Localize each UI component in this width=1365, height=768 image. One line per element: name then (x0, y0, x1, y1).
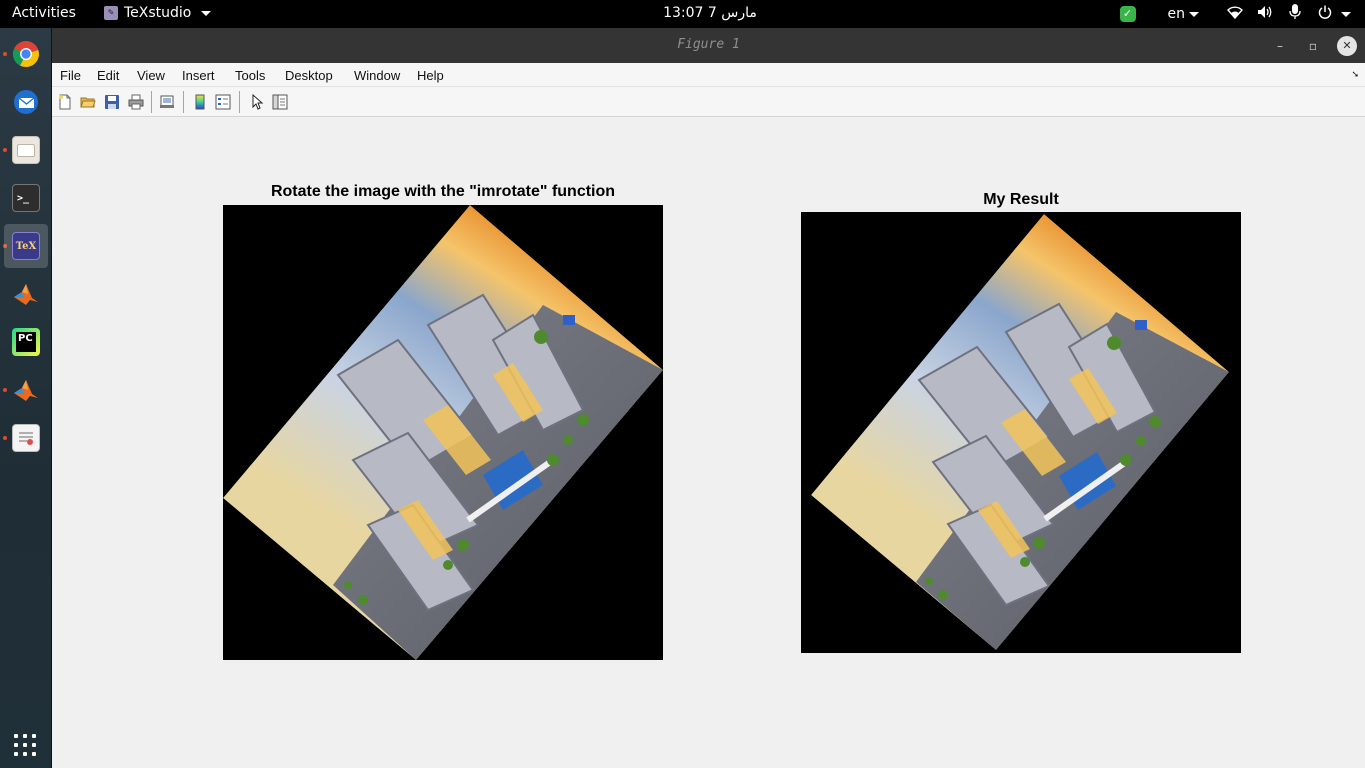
pointer-icon[interactable] (248, 93, 266, 111)
security-shield-icon[interactable]: ✓ (1119, 6, 1136, 22)
toolbar (52, 87, 1365, 117)
thunderbird-icon (14, 90, 38, 114)
link-plot-icon[interactable] (158, 93, 176, 111)
chevron-down-icon (1189, 11, 1199, 17)
right-axes-title: My Result (983, 191, 1059, 208)
system-tray[interactable]: ✓ en (1119, 4, 1351, 24)
right-axes-image[interactable] (801, 212, 1241, 653)
language-indicator[interactable]: en (1167, 6, 1199, 22)
new-figure-icon[interactable] (56, 93, 74, 111)
toolbar-separator (151, 91, 152, 113)
menu-insert[interactable]: Insert (182, 68, 215, 83)
print-icon[interactable] (127, 93, 145, 111)
menu-window[interactable]: Window (354, 68, 400, 83)
dock-item-thunderbird[interactable] (4, 80, 48, 124)
window-titlebar[interactable]: Figure 1 – ▫ ✕ (52, 28, 1365, 63)
dock-item-matlab-2[interactable] (4, 368, 48, 412)
menu-bar: File Edit View Insert Tools Desktop Wind… (52, 63, 1365, 87)
rotated-image-result (811, 214, 1229, 650)
microphone-icon (1287, 4, 1303, 24)
window-title: Figure 1 (677, 37, 740, 52)
toolbar-separator (183, 91, 184, 113)
volume-icon (1257, 5, 1273, 23)
dock: >_ TeX PC (0, 28, 52, 768)
texstudio-icon: TeX (12, 232, 40, 260)
insert-colorbar-icon[interactable] (191, 93, 209, 111)
matlab-icon (14, 380, 38, 401)
language-label: en (1167, 6, 1186, 22)
dock-item-terminal[interactable]: >_ (4, 176, 48, 220)
matlab-icon (14, 284, 38, 305)
chrome-icon (12, 41, 39, 68)
dock-item-pycharm[interactable]: PC (4, 320, 48, 364)
menu-view[interactable]: View (137, 68, 165, 83)
menu-edit[interactable]: Edit (97, 68, 119, 83)
wifi-icon (1227, 5, 1243, 23)
menu-file[interactable]: File (60, 68, 81, 83)
insert-legend-icon[interactable] (214, 93, 232, 111)
save-icon[interactable] (103, 93, 121, 111)
document-viewer-icon (12, 424, 40, 452)
dock-item-document-viewer[interactable] (4, 416, 48, 460)
show-applications-icon[interactable] (14, 734, 36, 756)
left-axes-image[interactable] (223, 205, 663, 660)
left-axes-title: Rotate the image with the "imrotate" fun… (270, 183, 616, 200)
dock-item-files[interactable] (4, 128, 48, 172)
power-icon[interactable] (1317, 5, 1333, 23)
menu-tools[interactable]: Tools (235, 68, 265, 83)
toolbar-separator (239, 91, 240, 113)
close-icon[interactable]: ✕ (1337, 36, 1357, 56)
restore-icon[interactable]: ▫ (1304, 37, 1322, 55)
menu-help[interactable]: Help (417, 68, 444, 83)
dock-item-chrome[interactable] (4, 32, 48, 76)
property-inspector-icon[interactable] (271, 93, 289, 111)
files-icon (12, 136, 40, 164)
top-bar: Activities ✎ TeXstudio 13:07 مارس 7 ✓ en (0, 0, 1365, 28)
pycharm-icon: PC (12, 328, 40, 356)
terminal-icon: >_ (12, 184, 40, 212)
dock-item-matlab[interactable] (4, 272, 48, 316)
minimize-icon[interactable]: – (1271, 37, 1289, 55)
menu-desktop[interactable]: Desktop (285, 68, 333, 83)
open-file-icon[interactable] (79, 93, 97, 111)
dock-item-texstudio[interactable]: TeX (4, 224, 48, 268)
figure-window: Figure 1 – ▫ ✕ File Edit View Insert Too… (52, 28, 1365, 768)
rotated-image-imrotate (223, 205, 663, 660)
undock-arrow-icon[interactable]: ➘ (1351, 69, 1359, 80)
chevron-down-icon[interactable] (1341, 11, 1351, 17)
